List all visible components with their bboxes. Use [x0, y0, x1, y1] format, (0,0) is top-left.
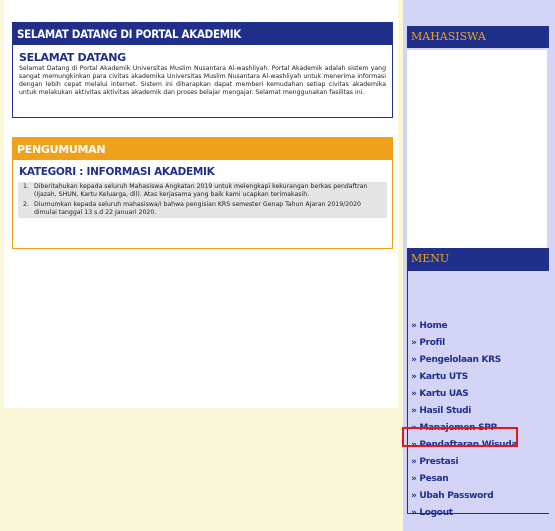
announcement-header: PENGUMUMAN [13, 138, 392, 160]
announcement-item: 1. Diberitahukan kepada seluruh Mahasisw… [18, 182, 387, 200]
announcement-number: 2. [23, 201, 29, 208]
welcome-title: SELAMAT DATANG [19, 51, 126, 64]
welcome-header: SELAMAT DATANG DI PORTAL AKADEMIK [13, 23, 392, 45]
announcement-text: Diumumkan kepada seluruh mahasiswa/i bah… [34, 201, 361, 216]
announcement-number: 1. [23, 183, 29, 190]
menu-item-home[interactable]: » Home [411, 321, 448, 335]
mahasiswa-header: MAHASISWA [407, 26, 549, 48]
menu-item-profil[interactable]: » Profil [411, 338, 445, 352]
menu-item-ubah-password[interactable]: » Ubah Password [411, 491, 494, 505]
main-column: SELAMAT DATANG DI PORTAL AKADEMIK SELAMA… [0, 0, 399, 531]
announcement-list: 1. Diberitahukan kepada seluruh Mahasisw… [18, 182, 387, 218]
menu-item-pengelolaan-krs[interactable]: » Pengelolaan KRS [411, 355, 501, 369]
menu-item-pesan[interactable]: » Pesan [411, 474, 449, 488]
announcement-item: 2. Diumumkan kepada seluruh mahasiswa/i … [18, 200, 387, 218]
content-area: SELAMAT DATANG DI PORTAL AKADEMIK SELAMA… [4, 0, 398, 408]
menu-item-kartu-uas[interactable]: » Kartu UAS [411, 389, 469, 403]
menu-item-hasil-studi[interactable]: » Hasil Studi [411, 406, 471, 420]
menu-list: » Home » Profil » Pengelolaan KRS » Kart… [407, 270, 549, 518]
menu-item-prestasi[interactable]: » Prestasi [411, 457, 459, 471]
announcement-text: Diberitahukan kepada seluruh Mahasiswa A… [34, 183, 368, 198]
announcement-category: KATEGORI : INFORMASI AKADEMIK [19, 166, 215, 178]
welcome-text: Selamat Datang di Portal Akademik Univer… [19, 65, 386, 96]
mahasiswa-panel [407, 50, 547, 255]
sidebar: MAHASISWA MENU » Home » Profil » Pengelo… [399, 0, 555, 531]
announcement-panel: PENGUMUMAN KATEGORI : INFORMASI AKADEMIK… [12, 137, 393, 249]
menu-item-kartu-uts[interactable]: » Kartu UTS [411, 372, 468, 386]
welcome-panel: SELAMAT DATANG DI PORTAL AKADEMIK SELAMA… [12, 22, 393, 118]
menu-item-logout[interactable]: » Logout [411, 508, 453, 522]
menu-header: MENU [407, 248, 549, 270]
highlight-box [402, 427, 518, 447]
